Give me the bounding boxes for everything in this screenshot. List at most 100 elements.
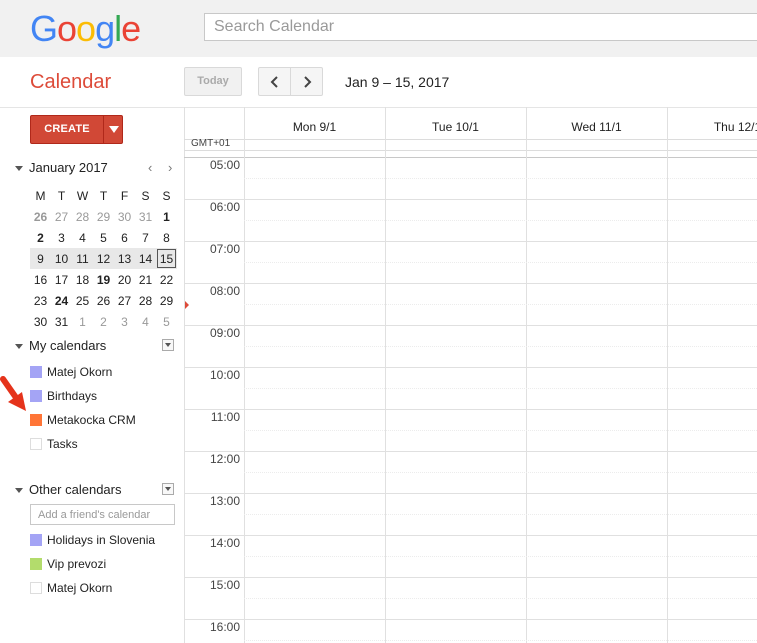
mini-calendar-prev-button[interactable]: ‹ [148,160,152,175]
hour-label: 16:00 [209,620,240,634]
calendar-name: Vip prevozi [47,557,107,571]
mini-calendar-day[interactable]: 22 [156,269,177,290]
calendar-color-swatch[interactable] [30,390,42,402]
mini-calendar-day[interactable]: 1 [156,206,177,227]
mini-calendar-day[interactable]: 31 [135,206,156,227]
create-dropdown-icon[interactable] [109,126,119,133]
hour-label: 15:00 [209,578,240,592]
calendar-color-swatch[interactable] [30,366,42,378]
calendar-name: Birthdays [47,389,98,403]
mini-calendar-day[interactable]: 25 [72,290,93,311]
calendar-list-item[interactable]: Birthdays [30,389,97,405]
mini-calendar-day[interactable]: 13 [114,248,135,269]
mini-calendar-day[interactable]: 3 [114,311,135,332]
calendar-list-item[interactable]: Matej Okorn [30,581,112,597]
mini-calendar-day[interactable]: 9 [30,248,51,269]
calendar-color-swatch[interactable] [30,414,42,426]
create-button-label: CREATE [44,123,90,135]
mini-calendar-day[interactable]: 30 [114,206,135,227]
collapse-triangle-icon[interactable] [15,488,23,494]
create-button[interactable]: CREATE [30,115,123,144]
mini-calendar-day[interactable]: 16 [30,269,51,290]
mini-calendar-day[interactable]: 5 [156,311,177,332]
other-calendars-header[interactable]: Other calendars [15,482,122,497]
mini-calendar-header[interactable]: January 2017 [15,160,108,175]
mini-calendar-day[interactable]: 12 [93,248,114,269]
calendar-list-item[interactable]: Tasks [30,437,78,453]
mini-calendar-next-button[interactable]: › [168,160,172,175]
day-column-header[interactable]: Thu 12/1 [667,120,757,134]
mini-calendar-day[interactable]: 4 [135,311,156,332]
mini-calendar-day[interactable]: 24 [51,290,72,311]
weekday-header: M [35,188,46,203]
mini-calendar-day[interactable]: 6 [114,227,135,248]
week-grid-lines [184,107,757,643]
calendar-list-item[interactable]: Holidays in Slovenia [30,533,155,549]
mini-calendar-day[interactable]: 3 [51,227,72,248]
today-button[interactable]: Today [184,67,242,96]
search-box[interactable] [204,13,757,41]
calendar-color-swatch[interactable] [30,438,42,450]
mini-calendar-day[interactable]: 17 [51,269,72,290]
mini-calendar-day[interactable]: 26 [30,206,51,227]
hour-label: 12:00 [209,452,240,466]
logo-letter: g [95,8,115,49]
mini-calendar-day[interactable]: 2 [30,227,51,248]
date-range-label: Jan 9 – 15, 2017 [345,74,450,90]
hour-label: 07:00 [209,242,240,256]
next-week-button[interactable] [290,67,323,96]
calendar-color-swatch[interactable] [30,558,42,570]
weekday-header: S [141,188,150,203]
mini-calendar-day[interactable]: 30 [30,311,51,332]
logo-letter: G [30,8,58,49]
weekday-header: W [76,188,89,203]
mini-calendar-day[interactable]: 26 [93,290,114,311]
calendar-list-item[interactable]: Matej Okorn [30,365,112,381]
add-friend-calendar-input[interactable] [30,504,175,525]
day-column-header[interactable]: Mon 9/1 [244,120,385,134]
my-calendars-heading: My calendars [29,338,107,353]
collapse-triangle-icon[interactable] [15,344,23,350]
mini-calendar-day[interactable]: 28 [135,290,156,311]
day-column-header[interactable]: Tue 10/1 [385,120,526,134]
mini-calendar-day[interactable]: 8 [156,227,177,248]
mini-calendar-day[interactable]: 4 [72,227,93,248]
my-calendars-header[interactable]: My calendars [15,338,106,353]
top-header: Google [0,0,757,57]
calendar-list-item[interactable]: Metakocka CRM [30,413,136,429]
mini-calendar-day[interactable]: 20 [114,269,135,290]
calendar-list-item[interactable]: Vip prevozi [30,557,106,573]
search-input[interactable] [205,14,757,40]
mini-calendar-day[interactable]: 21 [135,269,156,290]
mini-calendar-day[interactable]: 15 [156,248,177,269]
mini-calendar-day[interactable]: 31 [51,311,72,332]
mini-calendar-day[interactable]: 29 [156,290,177,311]
calendar-name: Metakocka CRM [47,413,136,427]
mini-calendar-day[interactable]: 27 [51,206,72,227]
mini-calendar-day[interactable]: 1 [72,311,93,332]
mini-calendar-day[interactable]: 27 [114,290,135,311]
weekday-header: T [99,188,108,203]
day-column-header[interactable]: Wed 11/1 [526,120,667,134]
mini-calendar-day[interactable]: 11 [72,248,93,269]
mini-calendar-day[interactable]: 14 [135,248,156,269]
mini-calendar-day[interactable]: 2 [93,311,114,332]
hour-label: 09:00 [209,326,240,340]
mini-calendar-day[interactable]: 29 [93,206,114,227]
mini-calendar-day[interactable]: 7 [135,227,156,248]
other-calendars-menu-button[interactable] [162,483,174,495]
mini-calendar-day[interactable]: 18 [72,269,93,290]
calendar-color-swatch[interactable] [30,534,42,546]
google-logo[interactable]: Google [30,8,141,50]
mini-calendar-day[interactable]: 5 [93,227,114,248]
calendar-color-swatch[interactable] [30,582,42,594]
collapse-triangle-icon[interactable] [15,166,23,172]
mini-calendar-day[interactable]: 28 [72,206,93,227]
hour-label: 05:00 [209,158,240,172]
mini-calendar-day[interactable]: 10 [51,248,72,269]
previous-week-button[interactable] [258,67,291,96]
mini-calendar-day[interactable]: 23 [30,290,51,311]
mini-calendar-day[interactable]: 19 [93,269,114,290]
my-calendars-menu-button[interactable] [162,339,174,351]
logo-letter: e [121,8,141,49]
